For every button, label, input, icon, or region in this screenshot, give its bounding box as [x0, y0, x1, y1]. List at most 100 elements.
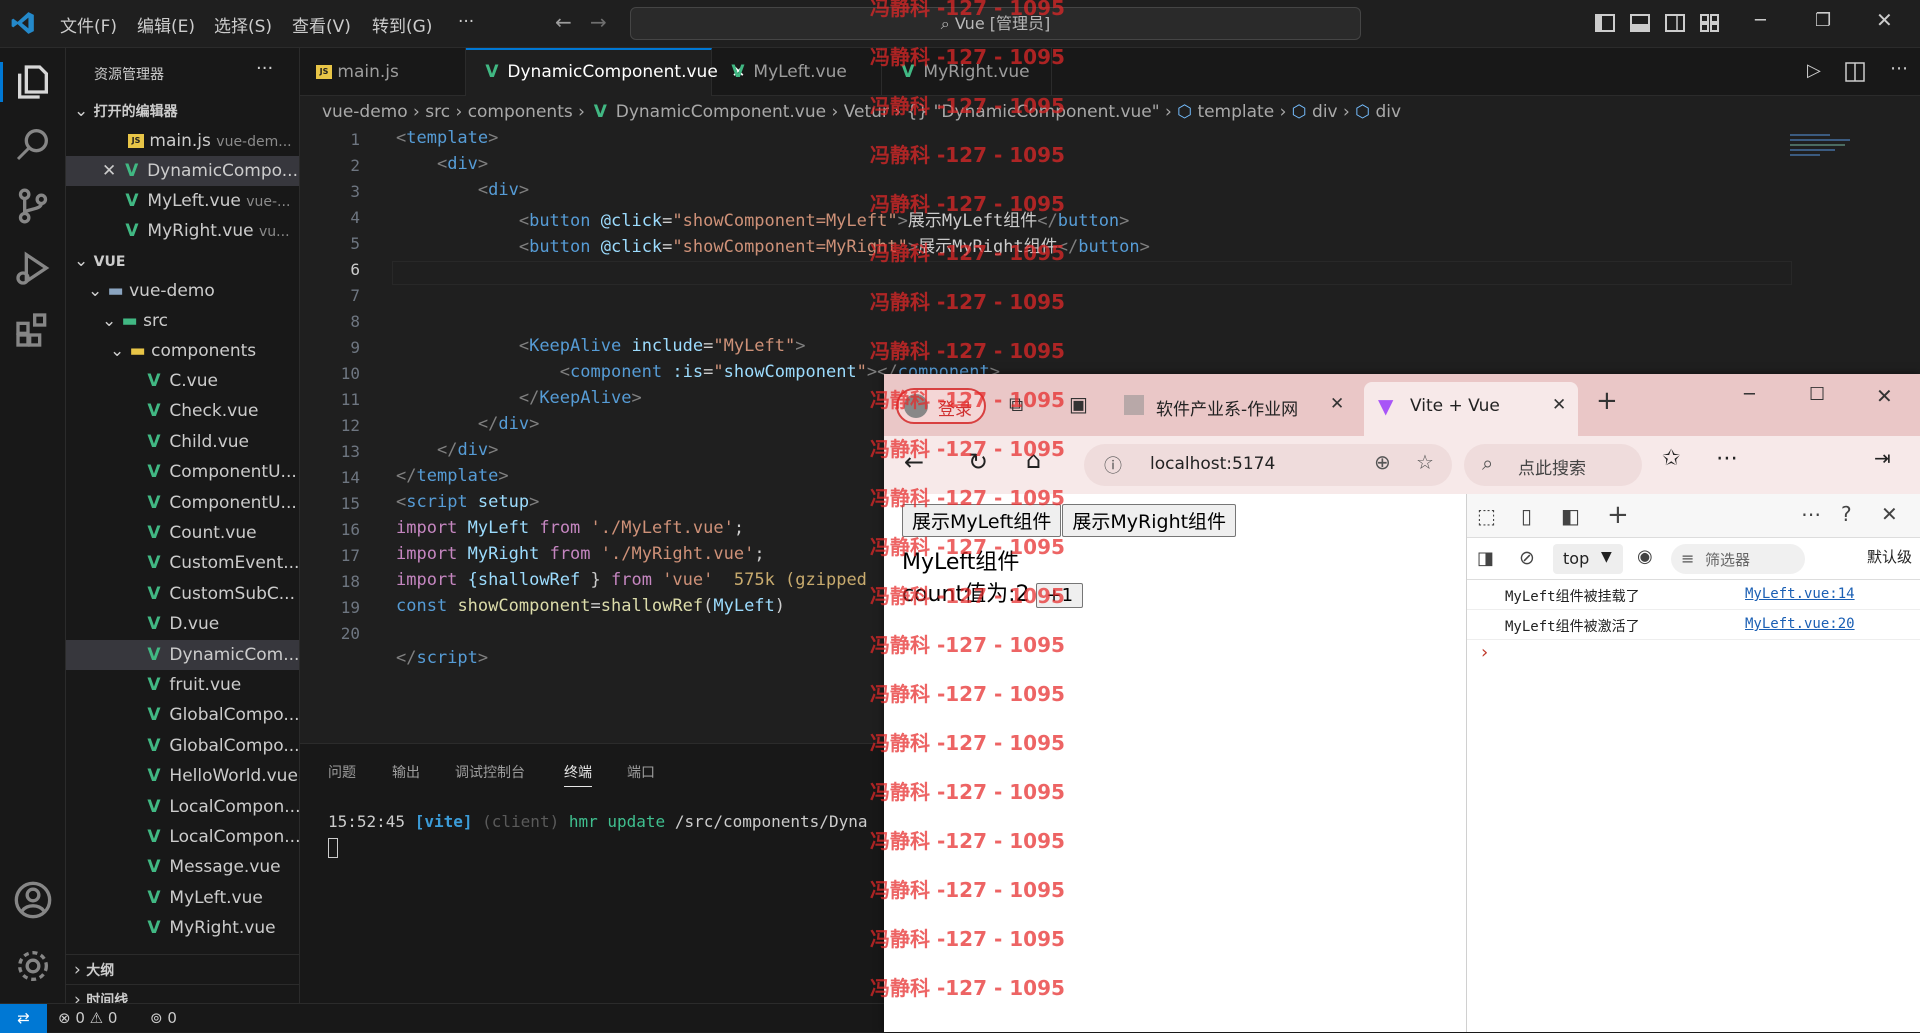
outline-section[interactable]: › 大纲: [66, 954, 299, 984]
browser-tab-vite[interactable]: ▼ Vite + Vue ✕: [1364, 382, 1578, 436]
minimize-icon[interactable]: ─: [1744, 384, 1755, 405]
run-icon[interactable]: ▷: [1807, 60, 1821, 81]
dock-icon[interactable]: ◧: [1561, 504, 1580, 528]
toggle-sidebar-icon[interactable]: [1595, 14, 1615, 32]
menu-go[interactable]: 转到(G): [372, 12, 432, 37]
tab-dynamic-component[interactable]: V DynamicComponent.vue ✕: [466, 48, 745, 96]
forward-icon[interactable]: →: [590, 10, 607, 34]
search-box[interactable]: ⌕ 点此搜索: [1464, 444, 1642, 486]
file-item[interactable]: V HelloWorld.vue: [66, 761, 299, 791]
split-editor-icon[interactable]: [1845, 62, 1865, 82]
toggle-secondary-sidebar-icon[interactable]: [1665, 14, 1685, 32]
folder-item[interactable]: ⌄ ▬ vue-demo: [66, 276, 299, 306]
minimap[interactable]: [1790, 128, 1870, 178]
zoom-icon[interactable]: ⊕: [1374, 450, 1391, 474]
file-item[interactable]: V CustomEvent...: [66, 548, 299, 578]
restore-icon[interactable]: ❐: [1815, 10, 1831, 31]
panel-tab-debug-console[interactable]: 调试控制台: [455, 762, 525, 782]
file-item[interactable]: V C.vue: [66, 366, 299, 396]
customize-layout-icon[interactable]: [1700, 14, 1720, 32]
tab-actions-icon[interactable]: ▣: [1069, 392, 1088, 416]
close-tab-icon[interactable]: ✕: [1330, 394, 1344, 414]
open-editor-item[interactable]: V MyLeft.vue vue-...: [66, 186, 299, 216]
breadcrumb-item[interactable]: div: [1375, 102, 1401, 122]
file-item[interactable]: V Count.vue: [66, 518, 299, 548]
menu-file[interactable]: 文件(F): [60, 12, 117, 37]
file-item[interactable]: V fruit.vue: [66, 670, 299, 700]
editor-more-icon[interactable]: ⋯: [1890, 58, 1908, 79]
breadcrumb-item[interactable]: DynamicComponent.vue: [616, 102, 826, 122]
file-item[interactable]: V ComponentU...: [66, 488, 299, 518]
close-editor-icon[interactable]: ✕: [66, 161, 122, 181]
file-item[interactable]: V D.vue: [66, 609, 299, 639]
show-myright-button[interactable]: 展示MyRight组件: [1062, 504, 1237, 537]
favorite-star-icon[interactable]: ☆: [1416, 450, 1434, 474]
back-icon[interactable]: ←: [555, 10, 572, 34]
inspect-element-icon[interactable]: ⬚: [1477, 504, 1496, 528]
panel-tab-problems[interactable]: 问题: [328, 762, 356, 782]
breadcrumb-item[interactable]: vue-demo: [322, 102, 408, 122]
devtools-more-icon[interactable]: ⋯: [1801, 502, 1821, 526]
open-editor-item[interactable]: JS main.js vue-dem...: [66, 126, 299, 156]
minimize-icon[interactable]: ─: [1755, 10, 1766, 31]
add-panel-icon[interactable]: +: [1607, 500, 1629, 530]
file-item[interactable]: V LocalCompon...: [66, 792, 299, 822]
toggle-panel-icon[interactable]: [1630, 14, 1650, 32]
explorer-more-button[interactable]: ···: [256, 58, 273, 79]
source-control-icon[interactable]: [13, 186, 53, 226]
breadcrumb-item[interactable]: div: [1312, 102, 1338, 122]
browser-tab-homework[interactable]: 软件产业系-作业网 ✕: [1120, 384, 1350, 428]
panel-tab-output[interactable]: 输出: [392, 762, 420, 782]
sidebar-toggle-icon[interactable]: ⇥: [1874, 446, 1891, 470]
file-item[interactable]: V ComponentU...: [66, 457, 299, 487]
accounts-icon[interactable]: [13, 880, 53, 920]
open-editor-item-active[interactable]: ✕ V DynamicCompo...: [66, 156, 299, 186]
favorites-icon[interactable]: ✩: [1662, 446, 1680, 471]
file-item[interactable]: V Check.vue: [66, 396, 299, 426]
run-debug-icon[interactable]: [13, 248, 53, 288]
breadcrumb-item[interactable]: template: [1197, 102, 1274, 122]
maximize-icon[interactable]: ☐: [1809, 384, 1825, 405]
problems-status[interactable]: ⊗ 0 ⚠ 0: [58, 1004, 117, 1032]
tab-myleft[interactable]: V MyLeft.vue: [712, 48, 882, 96]
clear-console-icon[interactable]: ⊘: [1519, 547, 1535, 569]
ports-status[interactable]: ⊚ 0: [150, 1004, 177, 1032]
file-item[interactable]: V MyRight.vue: [66, 913, 299, 943]
info-icon[interactable]: ⓘ: [1104, 452, 1122, 478]
tab-main-js[interactable]: JS main.js: [300, 48, 466, 96]
breadcrumb-item[interactable]: components: [468, 102, 573, 122]
live-expression-eye-icon[interactable]: ◉: [1637, 546, 1653, 567]
more-options-icon[interactable]: ⋯: [1716, 446, 1738, 471]
close-window-icon[interactable]: ✕: [1876, 384, 1893, 408]
file-item[interactable]: V DynamicCom...: [66, 639, 299, 670]
extensions-icon[interactable]: [13, 310, 53, 350]
menu-edit[interactable]: 编辑(E): [137, 12, 195, 37]
search-view-icon[interactable]: [13, 124, 53, 164]
menu-more[interactable]: ···: [458, 12, 474, 32]
folder-item[interactable]: ⌄ ▬ src: [66, 306, 299, 336]
console-sidebar-icon[interactable]: ◨: [1477, 548, 1494, 569]
close-tab-icon[interactable]: ✕: [1552, 395, 1566, 415]
terminal-output[interactable]: 15:52:45 [vite] (client) hmr update /src…: [328, 812, 867, 831]
menu-view[interactable]: 查看(V): [292, 12, 351, 37]
file-item[interactable]: V Message.vue: [66, 852, 299, 882]
source-link[interactable]: MyLeft.vue:20: [1745, 616, 1855, 632]
open-editors-section[interactable]: ⌄ 打开的编辑器: [66, 96, 299, 126]
help-icon[interactable]: ?: [1841, 502, 1852, 526]
address-bar[interactable]: ⓘ localhost:5174 ⊕ ☆: [1084, 444, 1452, 486]
close-devtools-icon[interactable]: ✕: [1881, 502, 1898, 526]
menu-selection[interactable]: 选择(S): [214, 12, 272, 37]
device-emulation-icon[interactable]: ▯: [1521, 504, 1532, 528]
explorer-icon[interactable]: [13, 62, 53, 102]
remote-indicator-icon[interactable]: ⇄: [0, 1004, 47, 1033]
panel-tab-ports[interactable]: 端口: [627, 762, 655, 782]
close-window-icon[interactable]: ✕: [1876, 8, 1893, 32]
folder-item[interactable]: ⌄ ▬ components: [66, 336, 299, 366]
file-item[interactable]: V MyLeft.vue: [66, 883, 299, 913]
console-prompt-icon[interactable]: ›: [1481, 642, 1488, 663]
timeline-section[interactable]: › 时间线: [66, 984, 299, 1003]
new-tab-icon[interactable]: +: [1596, 386, 1618, 416]
file-item[interactable]: V GlobalCompo...: [66, 731, 299, 761]
source-link[interactable]: MyLeft.vue:14: [1745, 586, 1855, 602]
manage-gear-icon[interactable]: [13, 946, 53, 986]
